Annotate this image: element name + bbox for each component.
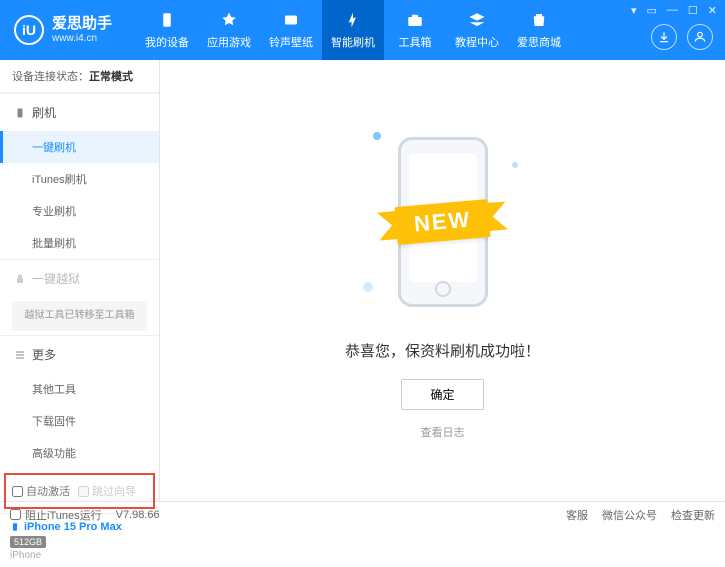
sidebar-group-more[interactable]: 更多 bbox=[0, 335, 159, 373]
checkbox-block-itunes[interactable]: 阻止iTunes运行 bbox=[10, 507, 102, 523]
download-icon[interactable] bbox=[651, 24, 677, 50]
sidebar-item-itunes[interactable]: iTunes刷机 bbox=[0, 163, 159, 195]
success-message: 恭喜您，保资料刷机成功啦！ bbox=[345, 340, 540, 361]
sidebar-item-othertools[interactable]: 其他工具 bbox=[0, 373, 159, 405]
window-menu-icon[interactable]: ▾ bbox=[631, 4, 637, 17]
nav-ringtones[interactable]: 铃声壁纸 bbox=[260, 0, 322, 60]
sidebar-item-oneclick[interactable]: 一键刷机 bbox=[0, 131, 159, 163]
window-minimize-icon[interactable]: — bbox=[667, 4, 678, 17]
new-banner: NEW bbox=[394, 199, 490, 245]
success-illustration: NEW bbox=[353, 122, 533, 322]
jailbreak-moved-note: 越狱工具已转移至工具箱 bbox=[12, 301, 147, 331]
sidebar-group-jailbreak: 一键越狱 bbox=[0, 259, 159, 297]
footer-wechat[interactable]: 微信公众号 bbox=[602, 507, 657, 523]
nav-my-device[interactable]: 我的设备 bbox=[136, 0, 198, 60]
window-skin-icon[interactable]: ▭ bbox=[647, 4, 657, 17]
user-icon[interactable] bbox=[687, 24, 713, 50]
sidebar-item-firmware[interactable]: 下载固件 bbox=[0, 405, 159, 437]
footer-support[interactable]: 客服 bbox=[566, 507, 588, 523]
nav-store[interactable]: 爱思商城 bbox=[508, 0, 570, 60]
nav-tutorials[interactable]: 教程中心 bbox=[446, 0, 508, 60]
footer-update[interactable]: 检查更新 bbox=[671, 507, 715, 523]
nav-apps[interactable]: 应用游戏 bbox=[198, 0, 260, 60]
device-type: iPhone bbox=[10, 550, 149, 561]
checkbox-skip-setup[interactable]: 跳过向导 bbox=[78, 483, 136, 499]
sidebar-group-flash[interactable]: 刷机 bbox=[0, 93, 159, 131]
nav-toolbox[interactable]: 工具箱 bbox=[384, 0, 446, 60]
checkbox-auto-activate[interactable]: 自动激活 bbox=[12, 483, 70, 499]
ok-button[interactable]: 确定 bbox=[401, 379, 483, 410]
device-storage: 512GB bbox=[10, 536, 46, 548]
device-status: 设备连接状态：正常模式 bbox=[0, 60, 159, 93]
sidebar-item-pro[interactable]: 专业刷机 bbox=[0, 195, 159, 227]
view-log-link[interactable]: 查看日志 bbox=[421, 424, 465, 440]
app-title: 爱思助手 bbox=[52, 15, 112, 33]
window-maximize-icon[interactable]: ☐ bbox=[688, 4, 698, 17]
logo-icon: iU bbox=[14, 15, 44, 45]
window-close-icon[interactable]: ✕ bbox=[708, 4, 717, 17]
nav-flash[interactable]: 智能刷机 bbox=[322, 0, 384, 60]
sidebar-item-batch[interactable]: 批量刷机 bbox=[0, 227, 159, 259]
version-label: V7.98.66 bbox=[116, 509, 160, 521]
sidebar-item-advanced[interactable]: 高级功能 bbox=[0, 437, 159, 469]
app-logo: iU 爱思助手 www.i4.cn bbox=[0, 15, 126, 45]
activation-options: 自动激活 跳过向导 bbox=[4, 473, 155, 509]
app-url: www.i4.cn bbox=[52, 33, 112, 45]
